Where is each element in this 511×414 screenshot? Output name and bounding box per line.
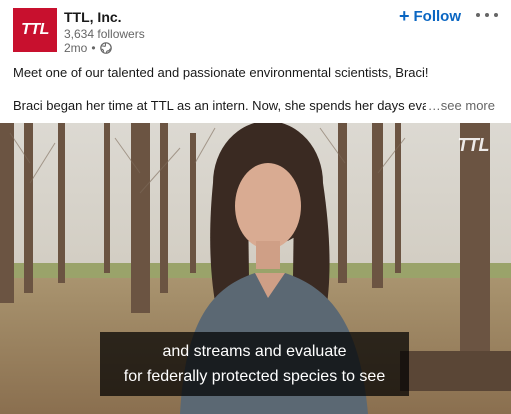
post-text-line-1: Meet one of our talented and passionate … [13, 65, 429, 80]
company-name[interactable]: TTL, Inc. [64, 9, 122, 25]
post-meta: 2mo • [64, 41, 112, 55]
caption-line-2: for federally protected species to see [123, 368, 386, 385]
follow-label: Follow [413, 7, 462, 25]
company-logo[interactable]: TTL [13, 8, 57, 52]
company-logo-text: TTL [21, 21, 49, 38]
see-more-link[interactable]: …see more [425, 97, 495, 115]
post-age: 2mo [64, 41, 88, 55]
video-player[interactable]: TTL and streams and evaluate for federal… [0, 123, 511, 414]
post-text-line-2-body: Braci began her time at TTL as an intern… [13, 98, 430, 113]
globe-icon [99, 42, 112, 54]
meta-separator: • [91, 41, 96, 55]
caption-line-1: and streams and evaluate [162, 343, 347, 360]
plus-icon: + [399, 6, 410, 26]
video-captions: and streams and evaluate for federally p… [100, 332, 409, 396]
follow-button[interactable]: + Follow [399, 6, 461, 26]
ellipsis-icon[interactable] [476, 8, 498, 22]
post-header: TTL TTL, Inc. 3,634 followers 2mo • + Fo… [0, 0, 511, 60]
follower-count: 3,634 followers [64, 27, 145, 41]
post-text-line-2: Braci began her time at TTL as an intern… [13, 97, 503, 115]
post-text: Meet one of our talented and passionate … [13, 64, 503, 115]
video-watermark-logo: TTL [457, 135, 490, 155]
